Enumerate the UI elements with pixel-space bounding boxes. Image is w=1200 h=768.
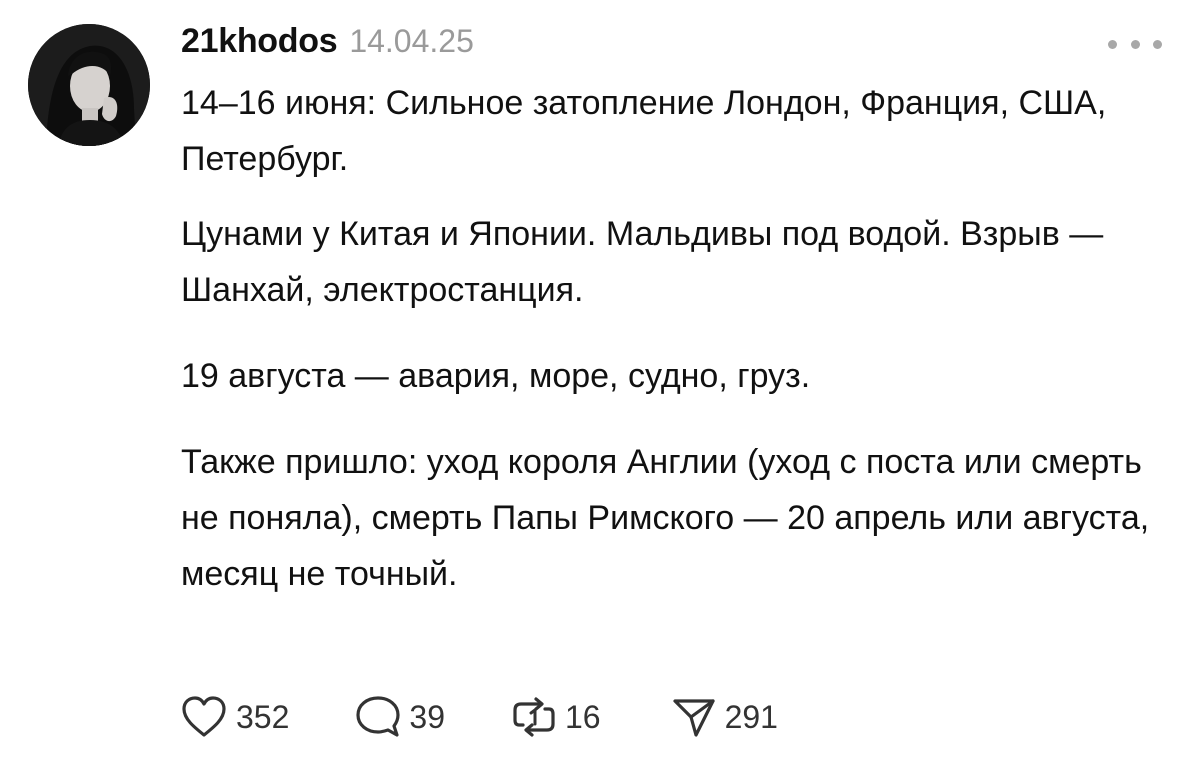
like-count: 352 bbox=[236, 698, 290, 735]
timestamp[interactable]: 14.04.25 bbox=[349, 23, 474, 60]
avatar[interactable] bbox=[28, 24, 150, 146]
post-header: 21khodos 14.04.25 bbox=[181, 22, 474, 61]
reply-count: 39 bbox=[409, 698, 445, 735]
more-options-button[interactable] bbox=[1108, 34, 1162, 54]
post-actions: 352 39 16 291 bbox=[180, 695, 778, 739]
paper-plane-icon bbox=[672, 699, 715, 737]
share-count: 291 bbox=[724, 698, 778, 735]
speech-bubble-icon bbox=[356, 696, 400, 737]
more-horizontal-icon bbox=[1108, 39, 1117, 49]
more-horizontal-icon bbox=[1153, 39, 1162, 49]
reply-button[interactable]: 39 bbox=[355, 695, 445, 739]
repost-count: 16 bbox=[564, 698, 601, 735]
post-text-paragraph: Цунами у Китая и Японии. Мальдивы под во… bbox=[181, 215, 1104, 309]
post-text-paragraph: 14–16 июня: Сильное затопление Лондон, Ф… bbox=[181, 84, 1107, 178]
post-text-paragraph: 19 августа — авария, море, судно, груз. bbox=[181, 357, 811, 395]
heart-icon bbox=[182, 696, 226, 737]
share-button[interactable]: 291 bbox=[671, 695, 778, 739]
username[interactable]: 21khodos bbox=[181, 22, 338, 61]
more-horizontal-icon bbox=[1130, 39, 1140, 49]
repost-arrows-icon bbox=[513, 697, 555, 737]
repost-button[interactable]: 16 bbox=[511, 695, 601, 739]
post-text-paragraph: Также пришло: уход короля Англии (уход с… bbox=[181, 443, 1150, 593]
like-button[interactable]: 352 bbox=[180, 695, 289, 739]
